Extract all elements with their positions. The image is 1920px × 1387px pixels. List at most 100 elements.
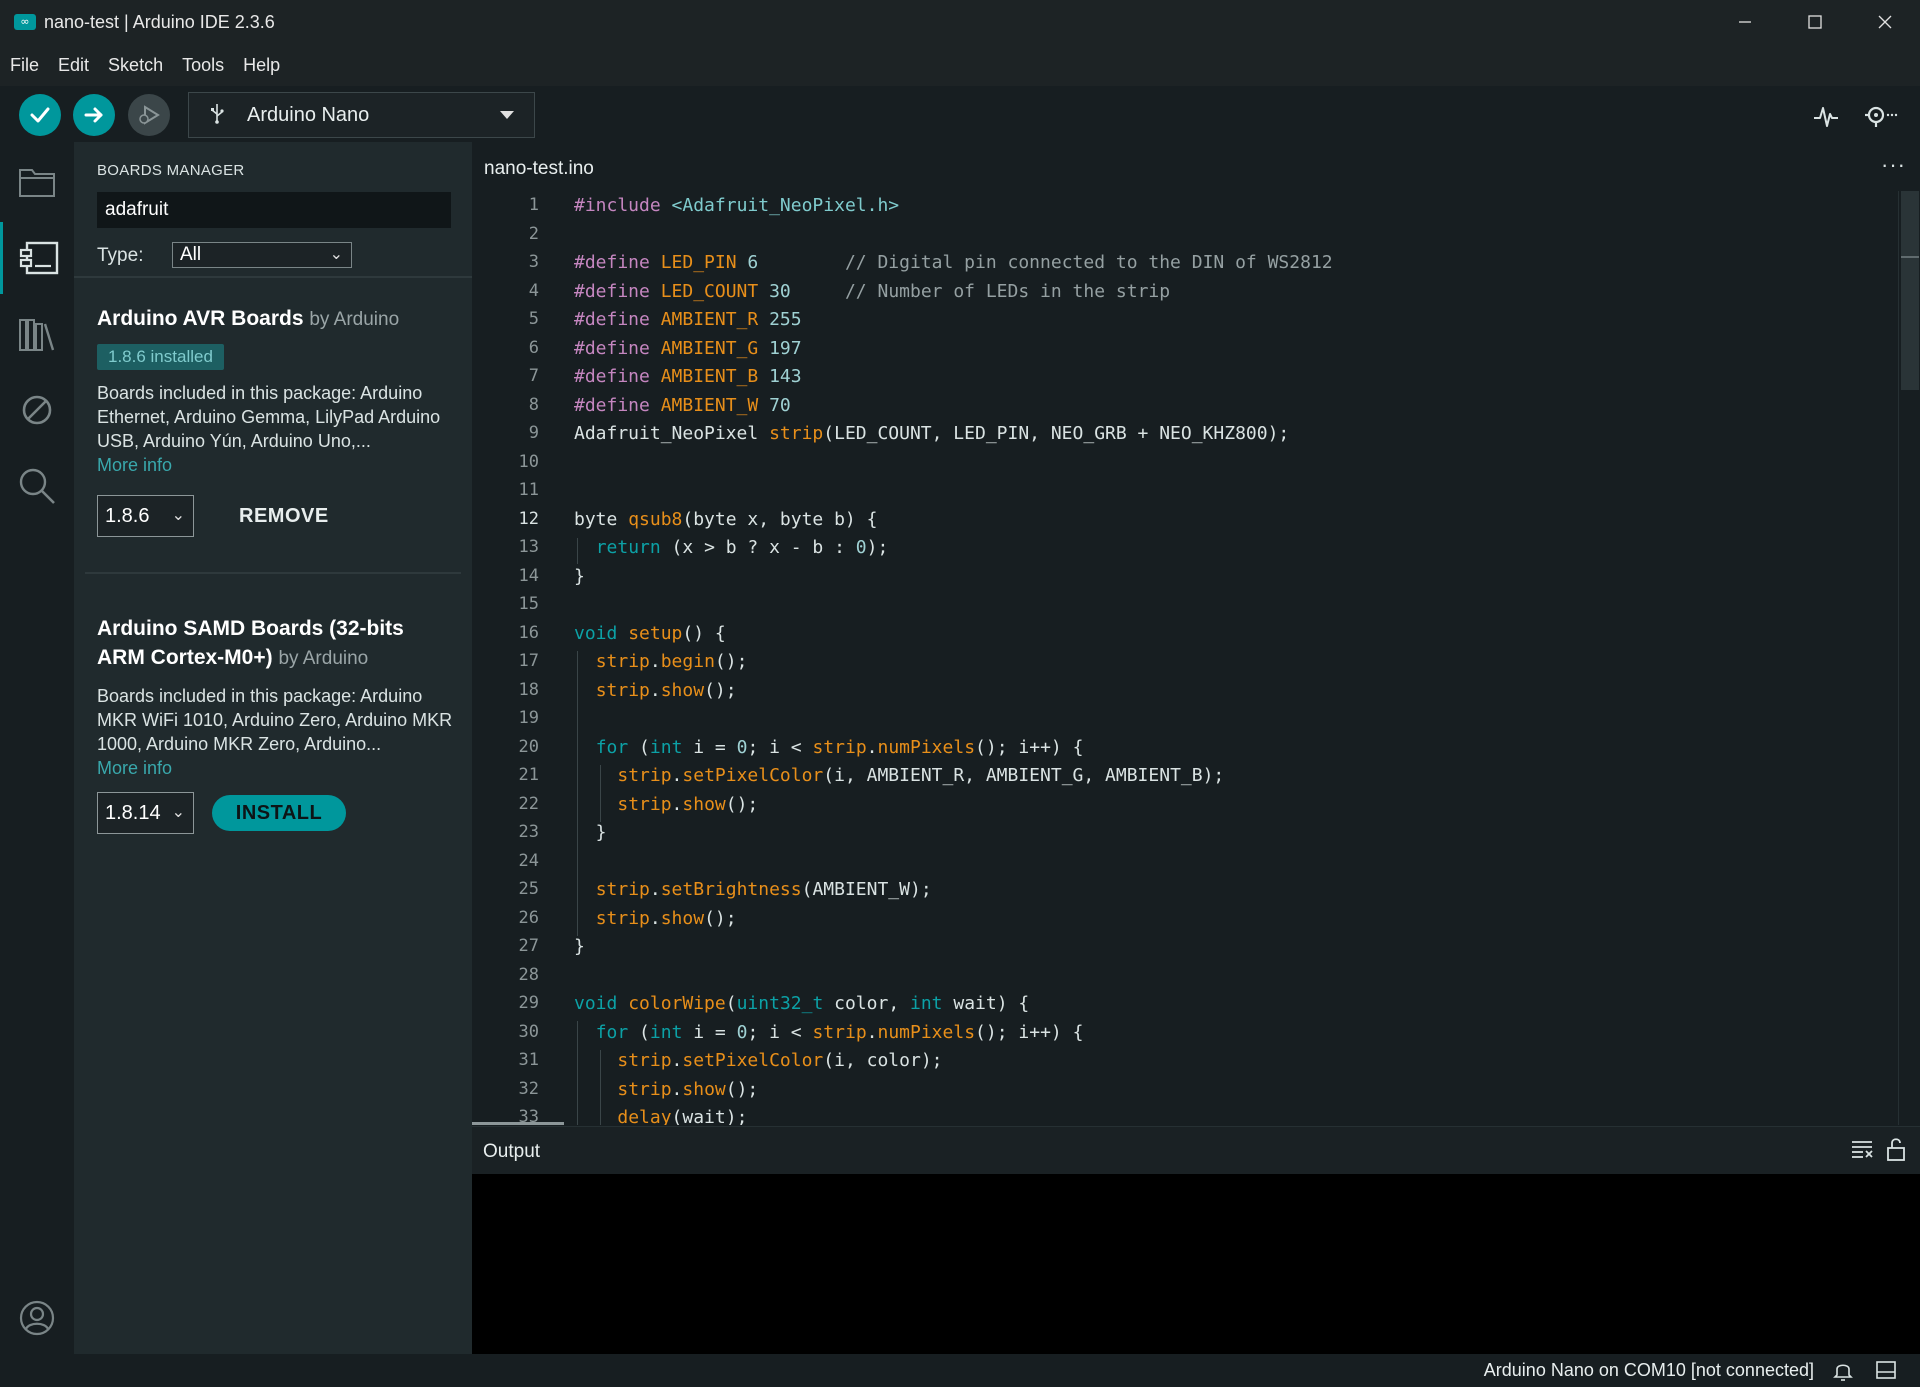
code-line: strip.show();	[617, 793, 759, 815]
sketchbook-button[interactable]	[0, 146, 74, 218]
divider	[85, 572, 461, 574]
code-line: #include <Adafruit_NeoPixel.h>	[574, 195, 900, 216]
code-line: strip.setPixelColor(i, color);	[617, 1050, 943, 1071]
close-button[interactable]	[1850, 0, 1920, 44]
board-name: Arduino Nano	[247, 103, 370, 126]
menu-help[interactable]: Help	[243, 55, 280, 76]
search-panel-button[interactable]	[0, 450, 74, 522]
library-manager-button[interactable]	[0, 298, 74, 370]
board-author: by Arduino	[278, 648, 369, 669]
menu-file[interactable]: File	[10, 55, 39, 76]
account-button[interactable]	[0, 1282, 74, 1354]
code-line: void colorWipe(uint32_t color, int wait)…	[574, 993, 1030, 1014]
code-line: #define LED_PIN 6 // Digital pin connect…	[574, 252, 1333, 273]
debug-panel-button[interactable]	[0, 374, 74, 446]
code-line: #define AMBIENT_B 143	[574, 366, 802, 387]
more-info-link[interactable]: More info	[97, 756, 457, 780]
debug-button[interactable]	[128, 94, 170, 136]
type-select-value: All	[180, 244, 202, 265]
board-selector[interactable]: Arduino Nano	[188, 92, 535, 138]
boards-manager-button[interactable]	[0, 222, 74, 294]
maximize-button[interactable]	[1780, 0, 1850, 44]
installed-badge: 1.8.6 installed	[97, 344, 224, 370]
chevron-down-icon: ⌄	[171, 804, 185, 821]
account-icon	[19, 1300, 55, 1336]
code-line: strip.setPixelColor(i, AMBIENT_R, AMBIEN…	[617, 765, 1225, 786]
upload-button[interactable]	[73, 94, 115, 136]
install-button[interactable]: INSTALL	[212, 795, 346, 831]
connection-status[interactable]: Arduino Nano on COM10 [not connected]	[1484, 1360, 1814, 1381]
line-number: 27	[518, 936, 539, 956]
version-value: 1.8.6	[105, 505, 150, 527]
activity-bar	[0, 142, 74, 1354]
line-number: 20	[518, 736, 539, 757]
chevron-down-icon: ⌄	[329, 246, 343, 263]
tab-nano-test[interactable]: nano-test.ino	[472, 142, 606, 191]
board-title: Arduino AVR Boards by Arduino	[97, 304, 457, 334]
debug-icon	[139, 105, 160, 125]
line-number: 14	[518, 565, 539, 586]
version-select[interactable]: 1.8.14 ⌄	[97, 792, 194, 834]
type-select[interactable]: All ⌄	[172, 242, 352, 268]
scrollbar-thumb[interactable]	[1901, 191, 1919, 390]
output-actions	[1850, 1137, 1906, 1161]
code-line: strip.begin();	[595, 651, 748, 672]
code-line: strip.show();	[617, 1078, 759, 1100]
remove-button[interactable]: REMOVE	[239, 505, 329, 528]
serial-monitor-button[interactable]	[1860, 96, 1900, 136]
editor-scrollbar[interactable]	[1898, 191, 1920, 1125]
more-options-icon[interactable]: ···	[1881, 152, 1906, 178]
board-description: Boards included in this package: Arduino…	[97, 686, 453, 754]
clear-output-icon[interactable]	[1850, 1137, 1874, 1161]
version-select[interactable]: 1.8.6 ⌄	[97, 495, 194, 537]
line-number: 11	[518, 480, 539, 500]
more-info-link[interactable]: More info	[97, 453, 457, 477]
serial-monitor-icon	[1865, 106, 1898, 127]
line-number: 17	[518, 651, 539, 671]
code-line: #define AMBIENT_G 197	[574, 337, 802, 359]
serial-plotter-button[interactable]	[1806, 96, 1846, 136]
toggle-panel-icon[interactable]	[1876, 1360, 1896, 1380]
line-number: 26	[518, 907, 539, 928]
code-line: byte qsub8(byte x, byte b) {	[574, 508, 878, 530]
verify-button[interactable]	[19, 94, 61, 136]
output-header: Output	[472, 1126, 1920, 1174]
line-number: 4	[528, 280, 539, 301]
board-description: Boards included in this package: Arduino…	[97, 383, 441, 451]
code-line: }	[574, 822, 607, 843]
search-input[interactable]	[97, 192, 451, 228]
line-number: 3	[528, 252, 539, 272]
menu-bar: File Edit Sketch Tools Help	[0, 44, 1920, 86]
line-number: 13	[518, 537, 539, 557]
menu-tools[interactable]: Tools	[182, 55, 224, 76]
code-line: strip.setBrightness(AMBIENT_W);	[595, 879, 932, 900]
debug-no-icon	[22, 395, 52, 425]
notification-bell-icon[interactable]	[1833, 1360, 1853, 1382]
code-content[interactable]: #include <Adafruit_NeoPixel.h> #define L…	[574, 191, 1874, 1125]
menu-sketch[interactable]: Sketch	[108, 55, 163, 76]
title-bar: ∞ nano-test | Arduino IDE 2.3.6	[0, 0, 1920, 44]
horizontal-scroll-indicator[interactable]	[472, 1122, 564, 1125]
maximize-icon	[1808, 15, 1822, 29]
code-line: #define LED_COUNT 30 // Number of LEDs i…	[574, 280, 1171, 302]
code-editor[interactable]: 1 2 3 4 5 6 7 8 9 10 11 12 13 14 15 16 1…	[472, 191, 1920, 1125]
editor-tab-bar: nano-test.ino ···	[472, 142, 1920, 191]
output-console[interactable]	[472, 1174, 1920, 1354]
line-number: 9	[528, 423, 539, 443]
code-line: Adafruit_NeoPixel strip(LED_COUNT, LED_P…	[574, 423, 1290, 444]
serial-plotter-icon	[1814, 107, 1838, 127]
verify-check-icon	[30, 107, 50, 123]
menu-edit[interactable]: Edit	[58, 55, 89, 76]
board-item-avr: Arduino AVR Boards by Arduino 1.8.6 inst…	[97, 304, 457, 477]
folder-icon	[19, 169, 55, 197]
library-icon	[19, 319, 55, 351]
line-number: 28	[518, 964, 539, 985]
window-controls	[1710, 0, 1920, 44]
usb-icon	[209, 102, 225, 129]
minimize-button[interactable]	[1710, 0, 1780, 44]
close-icon	[1878, 15, 1892, 29]
line-number: 21	[518, 765, 539, 785]
code-line: }	[574, 936, 585, 957]
unlock-icon[interactable]	[1886, 1137, 1906, 1161]
search-icon	[19, 468, 55, 504]
